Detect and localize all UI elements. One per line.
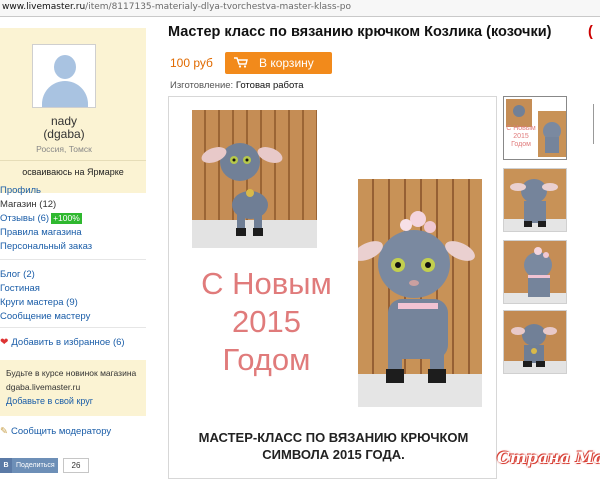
- greeting-line-3: Годом: [222, 342, 311, 377]
- caption-line-1: МАСТЕР-КЛАСС ПО ВЯЗАНИЮ КРЮЧКОМ: [198, 430, 469, 445]
- heart-icon: ❤: [0, 337, 9, 348]
- seller-location: Россия, Томск: [36, 144, 92, 154]
- url-text[interactable]: www.livemaster.ru/item/8117135-materialy…: [2, 2, 351, 12]
- avatar-head-icon: [54, 55, 76, 79]
- production-label: Изготовление:: [170, 80, 234, 91]
- thumbnail-1[interactable]: С Новым 2015 Годом: [503, 96, 567, 160]
- seller-nick[interactable]: (dgaba): [0, 127, 128, 141]
- seller-menu-secondary: Блог (2) Гостиная Круги мастера (9) Сооб…: [0, 268, 146, 324]
- seller-sidebar: nady (dgaba) Россия, Томск осваиваюсь на…: [0, 18, 150, 479]
- thumbnail-greeting-line-2: 2015: [513, 133, 529, 140]
- menu-reviews-label[interactable]: Отзывы (6): [0, 213, 49, 224]
- report-label[interactable]: Сообщить модератору: [11, 426, 111, 437]
- add-to-cart-button[interactable]: В корзину: [225, 52, 332, 74]
- scroll-indicator[interactable]: [593, 104, 594, 144]
- seller-card: nady (dgaba) Россия, Томск осваиваюсь на…: [0, 28, 146, 193]
- greeting-line-2: 2015: [232, 304, 301, 339]
- thumbnail-3-image: [504, 241, 566, 303]
- menu-blog[interactable]: Блог (2): [0, 268, 146, 282]
- main-product-photo[interactable]: С Новым 2015 Годом МАСТЕР-КЛАСС ПО ВЯЗАН…: [168, 96, 497, 479]
- vk-share-label: Поделиться: [16, 462, 55, 469]
- add-to-favorites-link[interactable]: ❤ Добавить в избранное (6): [0, 337, 125, 348]
- vk-share-button[interactable]: B Поделиться: [0, 458, 58, 473]
- divider: [0, 160, 146, 161]
- caption-line-2: СИМВОЛА 2015 ГОДА.: [262, 447, 405, 462]
- menu-master-circles[interactable]: Круги мастера (9): [0, 296, 146, 310]
- add-to-cart-label: В корзину: [259, 56, 314, 70]
- greeting-line-1: С Новым: [201, 266, 332, 301]
- production-value: Готовая работа: [235, 80, 304, 91]
- menu-personal-order[interactable]: Персональный заказ: [0, 240, 146, 254]
- avatar[interactable]: [32, 44, 96, 108]
- report-moderator-link[interactable]: ✎ Сообщить модератору: [0, 426, 111, 437]
- watermark: Страна Мам: [497, 448, 600, 467]
- favorites-label[interactable]: Добавить в избранное: [11, 337, 110, 348]
- subscribe-box: Будьте в курсе новинок магазина dgaba.li…: [0, 360, 146, 416]
- address-bar[interactable]: www.livemaster.ru/item/8117135-materialy…: [0, 0, 600, 17]
- menu-shop-rules[interactable]: Правила магазина: [0, 226, 146, 240]
- pencil-icon: ✎: [0, 426, 8, 437]
- product-title-overflow: (: [588, 24, 593, 40]
- menu-shop[interactable]: Магазин (12): [0, 198, 146, 212]
- add-to-circle-link[interactable]: Добавьте в свой круг: [6, 396, 93, 406]
- cart-icon: [234, 57, 248, 68]
- menu-message-master[interactable]: Сообщение мастеру: [0, 310, 146, 324]
- vk-icon: B: [0, 458, 12, 473]
- product-price: 100 руб: [170, 56, 213, 70]
- favorites-count: (6): [112, 337, 125, 348]
- thumbnail-2-image: [504, 169, 566, 231]
- menu-profile[interactable]: Профиль: [0, 184, 146, 198]
- avatar-body-icon: [42, 81, 88, 107]
- menu-guestbook[interactable]: Гостиная: [0, 282, 146, 296]
- thumbnail-3[interactable]: [503, 240, 567, 304]
- thumbnail-greeting-line-1: С Новым: [506, 125, 536, 132]
- seller-name[interactable]: nady: [0, 114, 128, 128]
- goat-photo-large: [358, 179, 482, 407]
- production-type: Изготовление: Готовая работа: [170, 80, 304, 91]
- thumbnail-greeting-line-3: Годом: [511, 141, 531, 148]
- share-count: 26: [63, 458, 89, 473]
- seller-menu: Профиль Магазин (12) Отзывы (6) +100% Пра…: [0, 184, 146, 254]
- thumbnail-1-greeting: С Новым 2015 Годом: [504, 125, 538, 149]
- product-title: Мастер класс по вязанию крючком Козлика …: [168, 24, 552, 40]
- menu-divider-2: [0, 327, 146, 328]
- reviews-rating-badge: +100%: [51, 213, 82, 224]
- thumbnail-4[interactable]: [503, 310, 567, 374]
- shop-domain: dgaba.livemaster.ru: [6, 382, 81, 392]
- menu-divider: [0, 259, 146, 260]
- thumbnail-2[interactable]: [503, 168, 567, 232]
- subscribe-text: Будьте в курсе новинок магазина: [6, 368, 137, 378]
- thumbnail-4-image: [504, 311, 566, 373]
- seller-status: осваиваюсь на Ярмарке: [22, 167, 124, 177]
- menu-reviews[interactable]: Отзывы (6) +100%: [0, 212, 146, 226]
- goat-photo-small: [192, 110, 317, 248]
